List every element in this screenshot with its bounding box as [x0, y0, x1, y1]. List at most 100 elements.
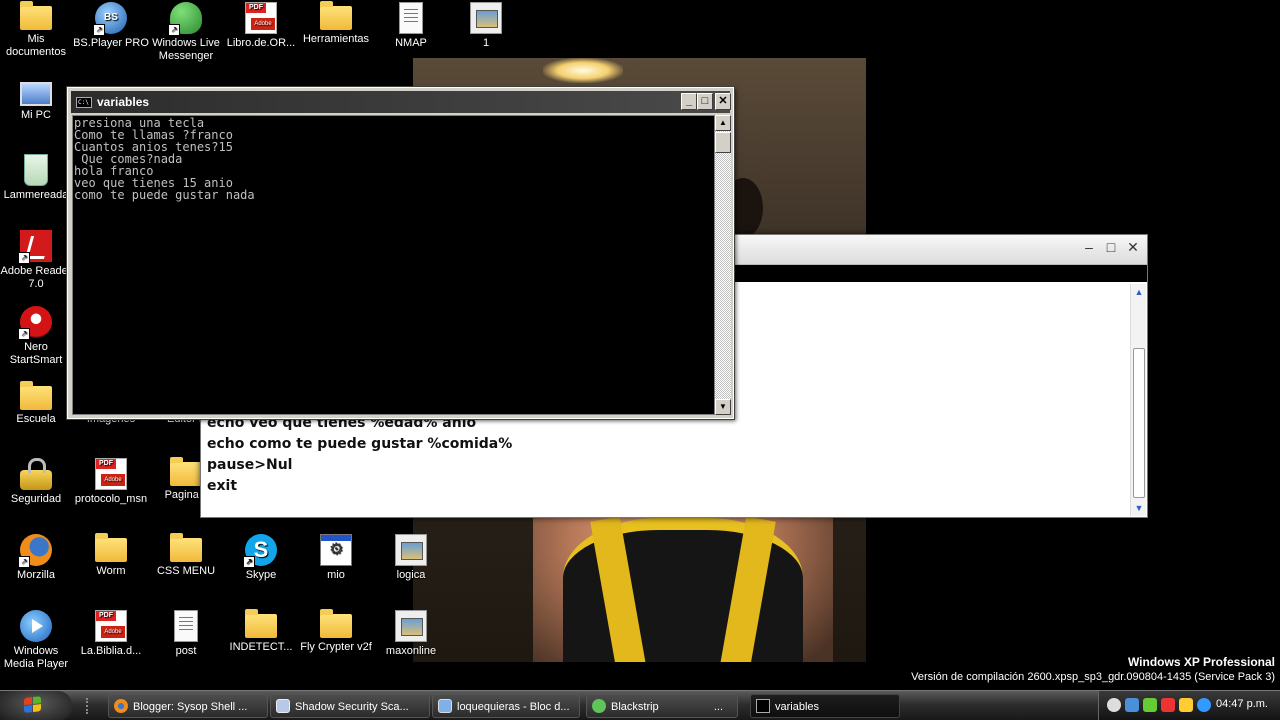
editor-scroll-up-arrow-icon[interactable]: ▲	[1134, 286, 1144, 298]
editor-maximize-button[interactable]: □	[1105, 239, 1117, 256]
system-tray: 04:47 p.m.	[1098, 691, 1280, 720]
tray-icon-messenger[interactable]	[1197, 698, 1211, 712]
taskbar-button-blogger[interactable]: Blogger: Sysop Shell ...	[108, 694, 268, 718]
pdf-file-icon	[95, 610, 127, 642]
my-documents-icon	[20, 1, 52, 30]
desktop-icon-libro[interactable]: Libro.de.OR...	[223, 2, 299, 50]
desktop-icon-post[interactable]: post	[148, 610, 224, 658]
console-icon	[756, 699, 770, 713]
media-player-icon	[20, 610, 52, 642]
editor-close-button[interactable]: ✕	[1127, 239, 1139, 256]
desktop-icon-morzilla[interactable]: Morzilla	[0, 534, 74, 582]
folder-icon	[320, 609, 352, 638]
console-output-area[interactable]: presiona una tecla Como te llamas ?franc…	[72, 115, 715, 415]
image-file-icon	[395, 610, 427, 642]
console-minimize-button[interactable]: _	[681, 93, 697, 110]
desktop-icon-indetect[interactable]: INDETECT...	[223, 609, 299, 654]
editor-minimize-button[interactable]: –	[1083, 239, 1095, 256]
pdf-file-icon	[245, 2, 277, 34]
firefox-icon	[114, 699, 128, 713]
tray-icon-antivirus[interactable]	[1161, 698, 1175, 712]
console-window[interactable]: C:\ variables _ □ ✕ presiona una tecla C…	[66, 86, 735, 420]
text-file-icon	[174, 610, 198, 642]
desktop-icon-fly-crypter[interactable]: Fly Crypter v2f	[298, 609, 374, 654]
desktop-icon-nero[interactable]: Nero StartSmart	[0, 306, 74, 367]
console-scroll-down-arrow-icon[interactable]: ▼	[715, 399, 731, 415]
skype-icon: S	[243, 534, 277, 568]
scanner-icon	[276, 699, 290, 713]
console-scrollbar[interactable]: ▲ ▼	[715, 115, 731, 415]
messenger-icon	[592, 699, 606, 713]
taskbar-button-shadow-security[interactable]: Shadow Security Sca...	[270, 694, 430, 718]
desktop-icon-mi-pc[interactable]: Mi PC	[0, 78, 74, 122]
windows-build: Versión de compilación 2600.xpsp_sp3_gdr…	[911, 671, 1275, 683]
editor-text-content[interactable]: echo veo que tienes %edad% anio echo com…	[207, 413, 512, 497]
folder-icon	[245, 609, 277, 638]
console-output-text: presiona una tecla Como te llamas ?franc…	[74, 116, 255, 202]
console-close-button[interactable]: ✕	[715, 93, 731, 110]
desktop-icon-adobe-reader[interactable]: Adobe Reader 7.0	[0, 230, 74, 291]
desktop-icon-1[interactable]: 1	[448, 2, 524, 50]
desktop-icon-herramientas[interactable]: Herramientas	[298, 1, 374, 46]
desktop-icon-messenger[interactable]: Windows Live Messenger	[148, 2, 224, 63]
windows-edition: Windows XP Professional	[1127, 655, 1275, 669]
tray-icon-1[interactable]	[1107, 698, 1121, 712]
folder-icon	[170, 533, 202, 562]
start-button[interactable]	[0, 691, 72, 720]
photo-dress	[563, 518, 803, 662]
notepad-icon	[438, 699, 452, 713]
console-scroll-thumb[interactable]	[715, 132, 731, 153]
tray-icon-alert[interactable]	[1179, 698, 1193, 712]
desktop-icon-nmap[interactable]: NMAP	[373, 2, 449, 50]
lamp-light	[543, 58, 623, 83]
desktop-icon-maxonline[interactable]: maxonline	[373, 610, 449, 658]
desktop-icon-lammereada[interactable]: Lammereada	[0, 154, 74, 202]
desktop-icon-escuela[interactable]: Escuela	[0, 381, 74, 426]
folder-icon	[20, 381, 52, 410]
taskbar-button-overflow: ...	[713, 701, 723, 713]
console-scroll-up-arrow-icon[interactable]: ▲	[715, 115, 731, 131]
console-icon: C:\	[76, 97, 92, 108]
folder-icon	[95, 533, 127, 562]
taskbar-button-variables[interactable]: variables	[750, 694, 900, 718]
desktop-icon-skype[interactable]: S Skype	[223, 534, 299, 582]
desktop-icon-css-menu[interactable]: CSS MENU	[148, 533, 224, 578]
console-title: variables	[97, 95, 150, 109]
messenger-icon	[168, 2, 202, 36]
taskbar-button-blackstrip[interactable]: Blackstrip ...	[586, 694, 738, 718]
tray-icon-network[interactable]	[1125, 698, 1139, 712]
folder-icon	[170, 457, 202, 486]
recycle-bin-icon	[24, 154, 48, 186]
nero-icon	[18, 306, 52, 340]
taskbar: Blogger: Sysop Shell ... Shadow Security…	[0, 690, 1280, 720]
quick-launch-grip[interactable]	[86, 698, 100, 714]
firefox-icon	[18, 534, 52, 568]
pdf-file-icon	[95, 458, 127, 490]
image-file-icon	[395, 534, 427, 566]
desktop-icon-seguridad[interactable]: Seguridad	[0, 458, 74, 506]
text-file-icon	[399, 2, 423, 34]
desktop-icon-mio[interactable]: mio	[298, 534, 374, 582]
desktop-icon-logica[interactable]: logica	[373, 534, 449, 582]
editor-scrollbar[interactable]: ▲ ▼	[1130, 284, 1146, 516]
taskbar-button-notepad[interactable]: loquequieras - Bloc d...	[432, 694, 580, 718]
desktop-icon-worm[interactable]: Worm	[73, 533, 149, 578]
lock-icon	[20, 458, 52, 490]
program-icon	[320, 534, 352, 566]
desktop-icon-mis-documentos[interactable]: Mis documentos	[0, 1, 74, 59]
desktop-icon-biblia[interactable]: La.Biblia.d...	[73, 610, 149, 658]
console-title-bar[interactable]: C:\ variables _ □ ✕	[71, 91, 731, 113]
editor-scroll-down-arrow-icon[interactable]: ▼	[1134, 502, 1144, 514]
windows-version-watermark: Windows XP Professional Versión de compi…	[911, 655, 1275, 684]
console-maximize-button[interactable]: □	[697, 93, 713, 110]
folder-icon	[320, 1, 352, 30]
windows-logo-icon	[24, 696, 42, 715]
taskbar-clock[interactable]: 04:47 p.m.	[1216, 698, 1268, 710]
image-file-icon	[470, 2, 502, 34]
tray-icon-security[interactable]	[1143, 698, 1157, 712]
adobe-reader-icon	[18, 230, 52, 264]
desktop-icon-protocolo-msn[interactable]: protocolo_msn	[73, 458, 149, 506]
desktop-icon-bsplayer[interactable]: BS.Player PRO	[73, 2, 149, 50]
desktop-icon-media-player[interactable]: Windows Media Player	[0, 610, 74, 671]
editor-scroll-thumb[interactable]	[1133, 348, 1145, 498]
